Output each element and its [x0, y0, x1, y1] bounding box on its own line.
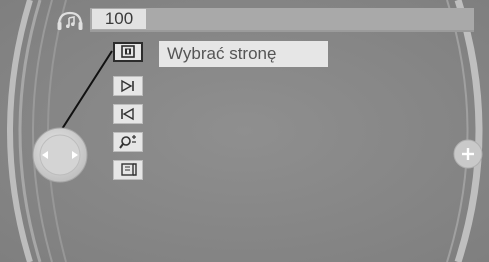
headphone-note-icon — [56, 10, 84, 32]
menu-item-tooltip: Wybrać stronę — [159, 41, 328, 67]
page-counter: 100 — [92, 9, 146, 29]
plus-button[interactable] — [452, 138, 484, 170]
book-page-button[interactable] — [113, 160, 143, 180]
controller-knob[interactable] — [30, 125, 90, 185]
select-page-icon — [121, 45, 135, 58]
previous-track-icon — [121, 107, 134, 121]
search-button[interactable] — [113, 132, 143, 152]
controller-arrows-icon — [32, 127, 88, 183]
status-bar — [90, 8, 474, 30]
book-page-icon — [121, 163, 137, 176]
next-track-icon — [121, 79, 134, 93]
next-track-button[interactable] — [113, 76, 143, 96]
search-icon — [119, 135, 136, 149]
idrive-screen: 100 Wybrać stronę — [0, 0, 489, 262]
status-bar-track — [90, 30, 474, 32]
plus-icon — [453, 139, 483, 169]
select-page-button[interactable] — [113, 42, 143, 62]
previous-track-button[interactable] — [113, 104, 143, 124]
